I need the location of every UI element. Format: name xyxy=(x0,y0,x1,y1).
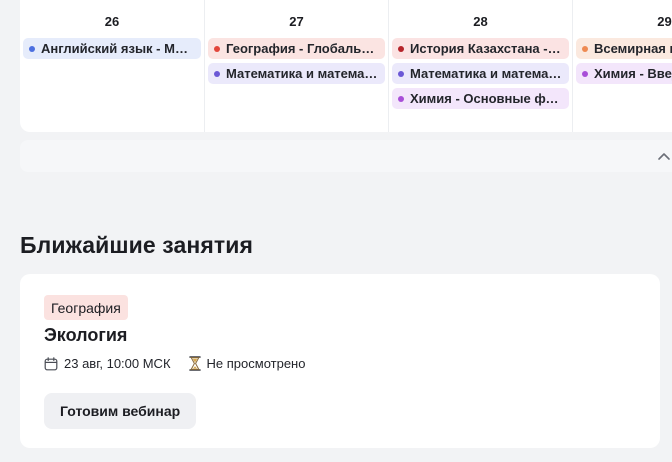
day-events: История Казахстана - Средние века Матема… xyxy=(392,38,569,113)
event-color-dot xyxy=(214,70,220,77)
lesson-status-text: Не просмотрено xyxy=(206,356,306,371)
event-label: Химия - Основные формулы xyxy=(410,91,563,106)
event-color-dot xyxy=(214,45,220,52)
calendar-day-26: 26 Английский язык - Модуль 3 xyxy=(20,0,205,132)
calendar-day-28: 28 История Казахстана - Средние века Мат… xyxy=(389,0,573,132)
event-label: Математика и математический анализ xyxy=(410,66,563,81)
event-label: Всемирная история xyxy=(594,41,672,56)
day-number: 28 xyxy=(473,14,488,29)
event-label: Химия - Введение xyxy=(594,66,672,81)
calendar-icon xyxy=(44,356,58,370)
lesson-meta: 23 авг, 10:00 МСК Не просмотрено xyxy=(44,356,323,371)
event-color-dot xyxy=(29,45,35,52)
day-events: География - Глобальные проблемы Математи… xyxy=(208,38,385,88)
calendar-event[interactable]: Всемирная история xyxy=(576,38,672,59)
event-label: Математика и математический анализ xyxy=(226,66,379,81)
calendar-day-29: 29 Всемирная история Химия - Введение xyxy=(573,0,672,132)
day-events: Всемирная история Химия - Введение xyxy=(576,38,672,88)
calendar-collapse-bar[interactable] xyxy=(20,140,672,172)
event-label: Английский язык - Модуль 3 xyxy=(41,41,195,56)
event-label: География - Глобальные проблемы xyxy=(226,41,379,56)
day-number: 29 xyxy=(657,14,672,29)
day-events: Английский язык - Модуль 3 xyxy=(23,38,201,63)
day-number: 26 xyxy=(104,14,120,29)
section-title: Ближайшие занятия xyxy=(20,232,254,258)
calendar-event[interactable]: Химия - Основные формулы xyxy=(392,88,569,109)
calendar-week-strip: 26 Английский язык - Модуль 3 27 Географ… xyxy=(20,0,672,132)
calendar-event[interactable]: Математика и математический анализ xyxy=(208,63,385,84)
lesson-datetime: 23 авг, 10:00 МСК xyxy=(44,356,171,371)
calendar-day-27: 27 География - Глобальные проблемы Матем… xyxy=(205,0,389,132)
event-color-dot xyxy=(398,95,404,102)
day-number: 27 xyxy=(289,14,304,29)
lesson-datetime-text: 23 авг, 10:00 МСК xyxy=(64,356,171,371)
lesson-card[interactable]: География Экология 23 авг, 10:00 МСК Не … xyxy=(20,274,660,448)
subject-badge: География xyxy=(44,295,128,320)
webinar-button[interactable]: Готовим вебинар xyxy=(44,393,197,429)
chevron-up-icon[interactable] xyxy=(657,150,671,162)
event-color-dot xyxy=(398,70,404,77)
lesson-status: Не просмотрено xyxy=(188,356,306,371)
calendar-event[interactable]: Математика и математический анализ xyxy=(392,63,569,84)
calendar-event[interactable]: Химия - Введение xyxy=(576,63,672,84)
event-color-dot xyxy=(582,45,588,52)
event-label: История Казахстана - Средние века xyxy=(410,41,563,56)
calendar-event[interactable]: География - Глобальные проблемы xyxy=(208,38,385,59)
hourglass-icon xyxy=(188,356,201,371)
event-color-dot xyxy=(582,70,588,77)
calendar-event[interactable]: История Казахстана - Средние века xyxy=(392,38,569,59)
calendar-event[interactable]: Английский язык - Модуль 3 xyxy=(23,38,201,59)
lesson-title: Экология xyxy=(44,325,128,345)
event-color-dot xyxy=(398,45,404,52)
